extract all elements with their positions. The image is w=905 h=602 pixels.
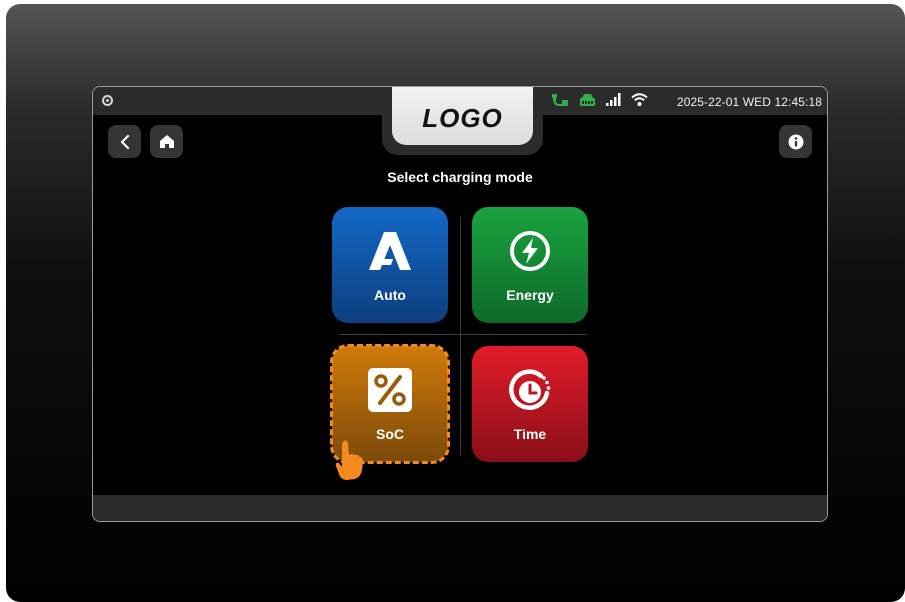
signal-bars-icon: [606, 93, 621, 111]
mode-label: Energy: [506, 287, 554, 303]
wifi-icon: [631, 93, 648, 111]
charging-cable-icon: [551, 93, 569, 112]
screen: 2025-22-01 WED 12:45:18 LOGO Select char…: [92, 86, 828, 522]
camera-icon: [102, 95, 113, 106]
lightning-icon: [504, 225, 556, 277]
car-battery-icon: [579, 93, 596, 112]
logo: LOGO: [392, 87, 533, 145]
mode-label: Time: [513, 426, 547, 442]
grid-divider-vertical: [460, 217, 461, 455]
mode-energy-button[interactable]: Energy: [472, 207, 588, 323]
back-chevron-icon: [120, 134, 129, 149]
info-button[interactable]: [779, 125, 812, 158]
auto-a-icon: [364, 225, 416, 277]
status-icons: [551, 93, 648, 112]
mode-time-button[interactable]: Time: [472, 346, 588, 462]
mode-label: SoC: [376, 426, 404, 442]
info-icon: [788, 134, 803, 149]
page-title: Select charging mode: [387, 169, 533, 185]
home-icon: [159, 135, 174, 148]
timer-icon: [504, 364, 556, 416]
mode-auto-button[interactable]: Auto: [332, 207, 448, 323]
mode-label: Auto: [374, 287, 406, 303]
logo-tab: LOGO: [382, 87, 543, 155]
back-button[interactable]: [108, 125, 141, 158]
bottom-bar: [93, 495, 827, 521]
pointing-hand-icon: [334, 439, 364, 486]
status-datetime: 2025-22-01 WED 12:45:18: [676, 95, 822, 109]
percent-icon: [364, 364, 416, 416]
home-button[interactable]: [150, 125, 183, 158]
grid-divider-horizontal: [339, 334, 587, 335]
